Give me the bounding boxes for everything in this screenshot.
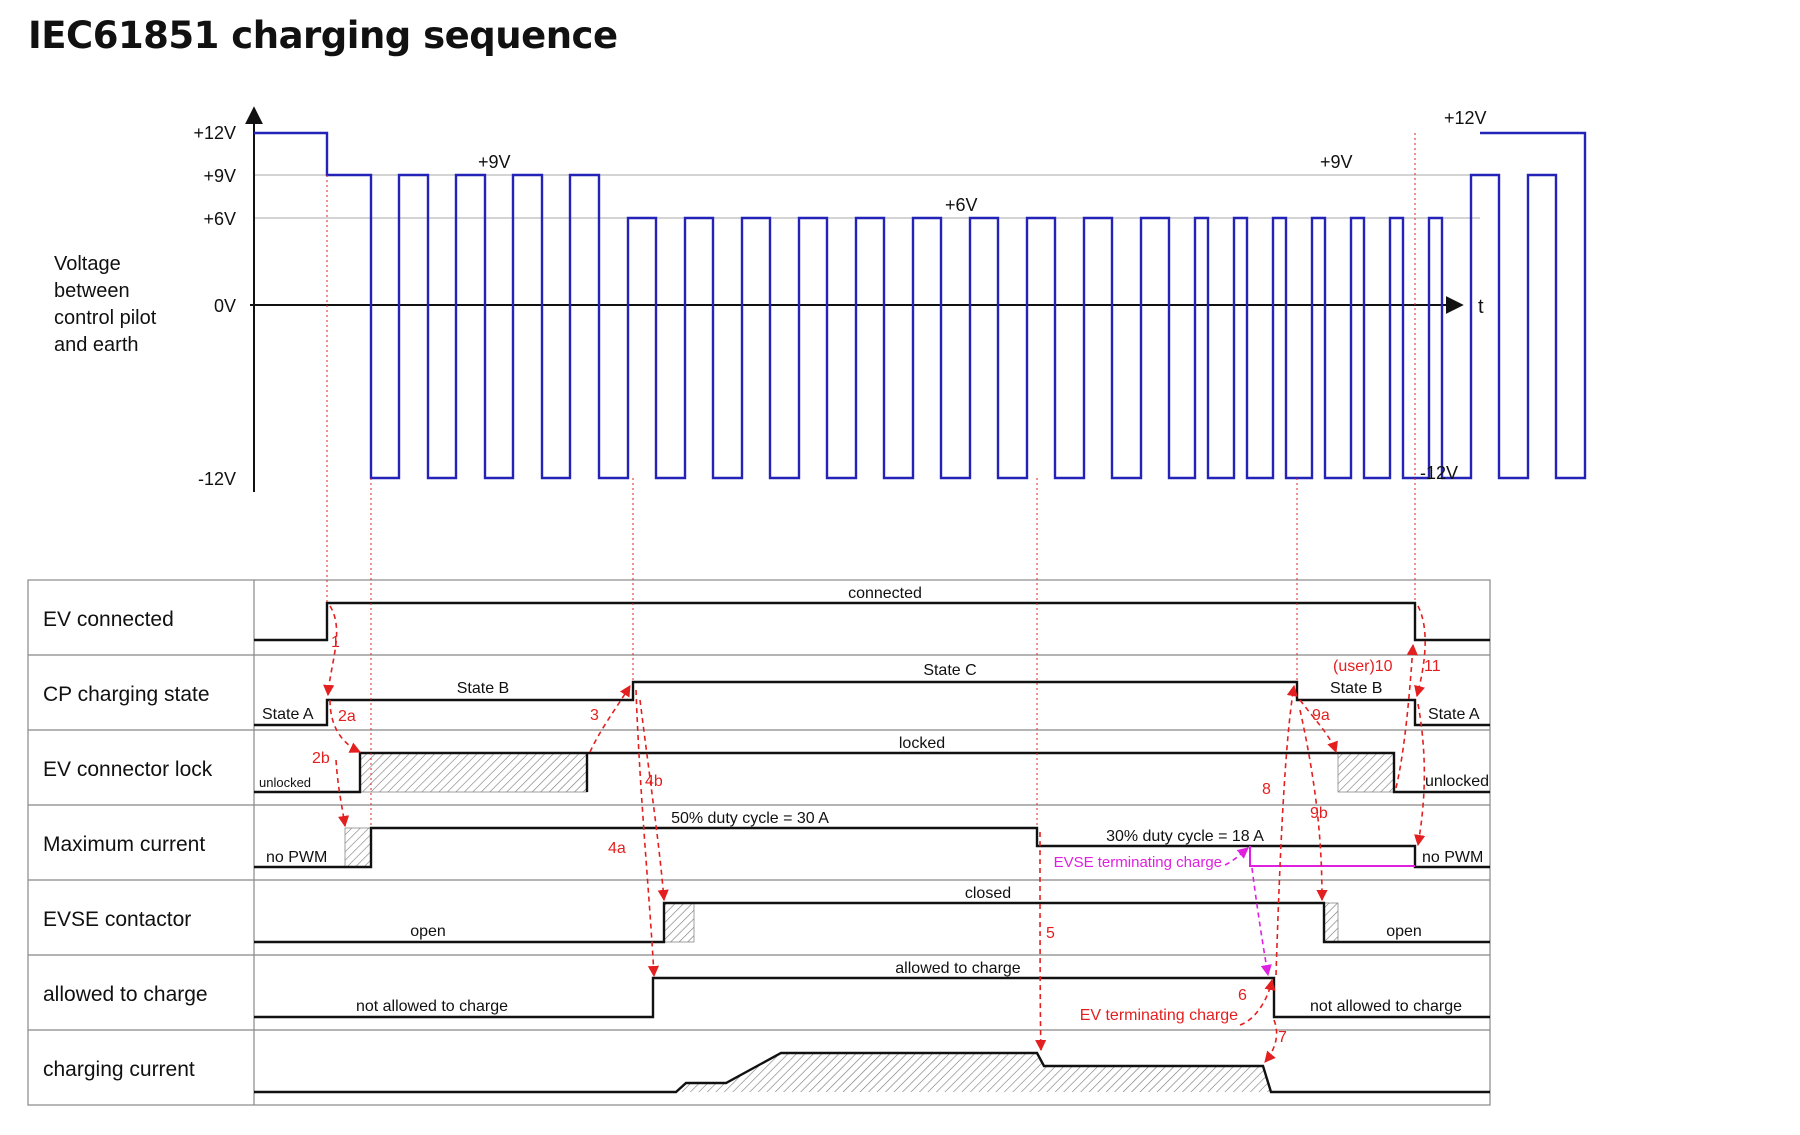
text-open-left: open — [410, 923, 446, 940]
marker-7: 7 — [1278, 1029, 1287, 1046]
y-axis-label-line4: and earth — [54, 334, 139, 356]
marker-2a: 2a — [338, 708, 356, 725]
row-label-evse-contactor: EVSE contactor — [43, 908, 191, 931]
row-label-cp-charging-state: CP charging state — [43, 683, 210, 706]
text-closed: closed — [965, 885, 1011, 902]
tick-0v: 0V — [214, 296, 236, 316]
marker-10: (user)10 — [1333, 658, 1393, 675]
callout-evse-terminating: EVSE terminating charge — [1054, 854, 1222, 871]
guide-lines — [326, 133, 1416, 828]
marker-4b: 4b — [645, 773, 663, 790]
y-axis-label-line3: control pilot — [54, 307, 157, 329]
text-duty50: 50% duty cycle = 30 A — [671, 810, 829, 827]
row-label-charging-current: charging current — [43, 1058, 195, 1081]
text-connected: connected — [848, 585, 922, 602]
text-state-a-left: State A — [262, 706, 314, 723]
y-axis-label-line2: between — [54, 280, 130, 302]
trace-maximum-current — [254, 826, 1490, 869]
text-no-pwm-right: no PWM — [1422, 849, 1483, 866]
marker-9a: 9a — [1312, 707, 1330, 724]
marker-8: 8 — [1262, 781, 1271, 798]
x-axis-label: t — [1478, 296, 1484, 318]
annotation-plus6: +6V — [945, 195, 978, 215]
row-label-ev-connected: EV connected — [43, 608, 174, 631]
text-not-allowed-left: not allowed to charge — [356, 998, 508, 1015]
text-state-a-right: State A — [1428, 706, 1480, 723]
text-state-b-right: State B — [1330, 680, 1382, 697]
marker-6: 6 — [1238, 987, 1247, 1004]
marker-5: 5 — [1046, 925, 1055, 942]
charging-sequence-diagram: t +12V +9V +6V 0V -12V Voltage between c… — [27, 106, 1587, 1106]
text-no-pwm-left: no PWM — [266, 849, 327, 866]
annotation-plus12-right: +12V — [1444, 108, 1487, 128]
marker-1: 1 — [331, 634, 340, 651]
y-axis-label-line1: Voltage — [54, 253, 121, 275]
timing-table — [27, 579, 1491, 1106]
state-traces — [254, 601, 1490, 1094]
marker-9b: 9b — [1310, 805, 1328, 822]
text-state-b: State B — [457, 680, 509, 697]
text-allowed: allowed to charge — [895, 960, 1021, 977]
callout-ev-terminating: EV terminating charge — [1080, 1007, 1238, 1024]
voltage-plot: t +12V +9V +6V 0V -12V Voltage between c… — [54, 106, 1587, 492]
text-state-c: State C — [923, 662, 976, 679]
evse-termination-line — [1249, 846, 1415, 867]
annotation-minus12-right: -12V — [1420, 463, 1458, 483]
text-unlocked-left: unlocked — [259, 775, 311, 790]
row-label-allowed-to-charge: allowed to charge — [43, 983, 208, 1006]
tick-plus12: +12V — [193, 123, 236, 143]
row-label-ev-connector-lock: EV connector lock — [43, 758, 213, 781]
marker-3: 3 — [590, 707, 599, 724]
hatched-regions — [344, 752, 1395, 1092]
tick-plus6: +6V — [203, 209, 236, 229]
tick-plus9: +9V — [203, 166, 236, 186]
text-duty30: 30% duty cycle = 18 A — [1106, 828, 1264, 845]
marker-2b: 2b — [312, 750, 330, 767]
annotation-plus9-left: +9V — [478, 152, 511, 172]
tick-minus12: -12V — [198, 469, 236, 489]
marker-11: 11 — [1424, 658, 1441, 675]
text-not-allowed-right: not allowed to charge — [1310, 998, 1462, 1015]
row-label-maximum-current: Maximum current — [43, 833, 205, 856]
evse-arrows — [1224, 847, 1272, 977]
text-locked: locked — [899, 735, 945, 752]
text-open-right: open — [1386, 923, 1422, 940]
trace-ev-connected — [254, 601, 1490, 642]
marker-4a: 4a — [608, 840, 626, 857]
text-unlocked-right: unlocked — [1425, 773, 1489, 790]
trace-cp-state — [254, 680, 1490, 727]
annotation-plus9-right: +9V — [1320, 152, 1353, 172]
